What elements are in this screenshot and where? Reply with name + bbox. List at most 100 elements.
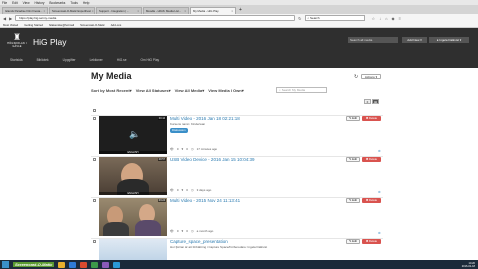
media-type-filter[interactable]: View All Media▾ [175,88,205,93]
nav-item[interactable]: Bibliotek [37,58,49,62]
person-body [103,222,129,236]
row-checkbox[interactable] [93,199,96,202]
likes-icon: ♥ [181,188,184,192]
close-tab-icon[interactable]: × [92,9,94,13]
close-tab-icon[interactable]: × [137,9,139,13]
browser-search-input[interactable]: ⌕ Search [304,15,365,21]
delete-button[interactable]: ✖ Delete [362,157,381,162]
start-button-icon[interactable] [2,261,9,268]
row-checkbox[interactable] [93,117,96,120]
menu-history[interactable]: History [35,1,45,5]
ownership-filter[interactable]: View Media I Own▾ [208,88,244,93]
bookmark-item[interactable]: Most Visited [3,23,18,27]
url-bar[interactable]: https://play.hig.se/my-media [15,15,296,21]
edit-button[interactable]: ✎ Edit [346,198,360,203]
actions-dropdown[interactable]: Actions ▾ [361,74,381,79]
app-title[interactable]: HiG Play [33,37,67,47]
menu-view[interactable]: View [23,1,30,5]
browser-tab[interactable]: Moodle - HIGS: Media List... × [143,7,189,14]
file-explorer-icon[interactable] [58,261,66,268]
menu-bookmarks[interactable]: Bookmarks [49,1,65,5]
media-tag[interactable]: Diskussion [170,128,188,133]
bookmark-item[interactable]: Screencast-O-Matic [80,23,105,27]
add-new-button[interactable]: Add New ▾ [402,37,427,43]
extension-icon[interactable]: ◆ [392,16,395,21]
university-logo[interactable]: ♜ HÖGSKOLAN I GÄVLE [6,32,28,52]
app-icon[interactable] [102,261,110,268]
browser-tab[interactable]: Islands Paradise Film Fiesta... × [2,7,48,14]
system-clock[interactable]: 14:20 2016-01-18 [462,262,478,268]
menu-icon[interactable]: ≡ [399,16,401,21]
bookmark-item[interactable]: fslakemike@hotmail [49,23,74,27]
close-tab-icon[interactable]: × [184,9,186,13]
forward-icon[interactable]: ▶ [9,16,12,21]
delete-button[interactable]: ✖ Delete [362,239,381,244]
collapse-icon[interactable]: ⚙ [378,231,381,235]
row-checkbox[interactable] [93,158,96,161]
user-menu[interactable]: ● Ingela Dalkvist ▾ [429,37,469,43]
media-thumbnail[interactable]: 03:24 [99,198,167,236]
media-thumbnail[interactable]: 09:57 ENGLISH [99,157,167,195]
site-search-input[interactable]: Search all media [348,37,398,43]
main-content: My Media ↻ Actions ▾ Sort by Most Recent… [0,68,478,260]
row-checkbox[interactable] [93,240,96,243]
menu-tools[interactable]: Tools [70,1,77,5]
browser-icon[interactable] [69,261,77,268]
nav-item[interactable]: HiG.se [117,58,127,62]
likes-icon: ♥ [181,229,184,233]
list-view-icon[interactable]: ≡ [364,99,371,104]
app-icon[interactable] [91,261,99,268]
media-title[interactable]: USB Video Device - 2016 Jan 15 10:04:39 [170,157,254,162]
media-title[interactable]: Multi Video - 2016 Jan 18 02:21:18 [170,116,240,121]
nav-item[interactable]: Uppgifter [63,58,76,62]
media-thumbnail[interactable] [99,239,167,260]
sort-filter[interactable]: Sort by Most Recent▾ [91,88,132,93]
my-media-search-input[interactable]: ⌕ Search My Media [276,87,327,93]
views-icon: 👁 [170,147,174,151]
home-icon[interactable]: ⌂ [385,16,387,21]
clock-icon: ◷ [190,147,194,151]
close-tab-icon[interactable]: × [231,9,233,13]
downloads-icon[interactable]: ↓ [379,16,381,21]
nav-item[interactable]: Startsida [10,58,23,62]
likes-icon: ♥ [181,147,184,151]
collapse-icon[interactable]: ⚙ [378,190,381,194]
delete-button[interactable]: ✖ Delete [362,116,381,121]
recorder-brand: Screencast-O-Matic [13,262,55,267]
browser-tab[interactable]: Screencast-O-Matic ExperiFest × [49,7,95,14]
browser-tabbar: Islands Paradise Film Fiesta... × Screenc… [0,5,478,14]
bookmark-item[interactable]: Getting Started [24,23,43,27]
detail-view-icon[interactable]: ▤ [372,99,379,104]
clock-icon: ◷ [190,188,194,192]
main-nav: Startsida Bibliotek Uppgifter Lektioner … [10,58,159,62]
speaker-icon: 🔈 [129,129,141,139]
refresh-icon[interactable]: ↻ [354,74,358,80]
media-thumbnail[interactable]: 🔈 00:44 ENGLISH [99,116,167,154]
edit-button[interactable]: ✎ Edit [346,157,360,162]
browser-tab-active[interactable]: My Media - HiG Play × [190,7,236,14]
media-title[interactable]: Multi Video - 2015 Nov 24 11:13:41 [170,198,240,203]
menu-file[interactable]: File [2,1,7,5]
status-filter[interactable]: View All Statuses▾ [136,88,171,93]
app-icon[interactable] [113,261,121,268]
menu-edit[interactable]: Edit [12,1,18,5]
select-all-checkbox[interactable] [93,109,96,112]
edit-button[interactable]: ✎ Edit [346,239,360,244]
bookmark-star-icon[interactable]: ☆ [372,16,376,21]
browser-tab[interactable]: Support - Integration | ... × [96,7,142,14]
new-tab-icon[interactable]: + [237,7,244,14]
firefox-icon[interactable] [80,261,88,268]
delete-button[interactable]: ✖ Delete [362,198,381,203]
close-tab-icon[interactable]: × [43,9,45,13]
reload-icon[interactable]: ↻ [298,16,301,21]
edit-button[interactable]: ✎ Edit [346,116,360,121]
back-icon[interactable]: ◀ [3,16,6,21]
nav-item[interactable]: Om HiG Play [140,58,159,62]
bookmark-item[interactable]: Add-ons [111,23,121,27]
menu-help[interactable]: Help [83,1,90,5]
duration-badge: 00:44 [157,117,166,120]
nav-item[interactable]: Lektioner [90,58,103,62]
media-row: 03:24 Multi Video - 2015 Nov 24 11:13:41… [91,197,383,237]
collapse-icon[interactable]: ⚙ [378,149,381,153]
media-title[interactable]: Capture_space_presentation [170,239,228,244]
